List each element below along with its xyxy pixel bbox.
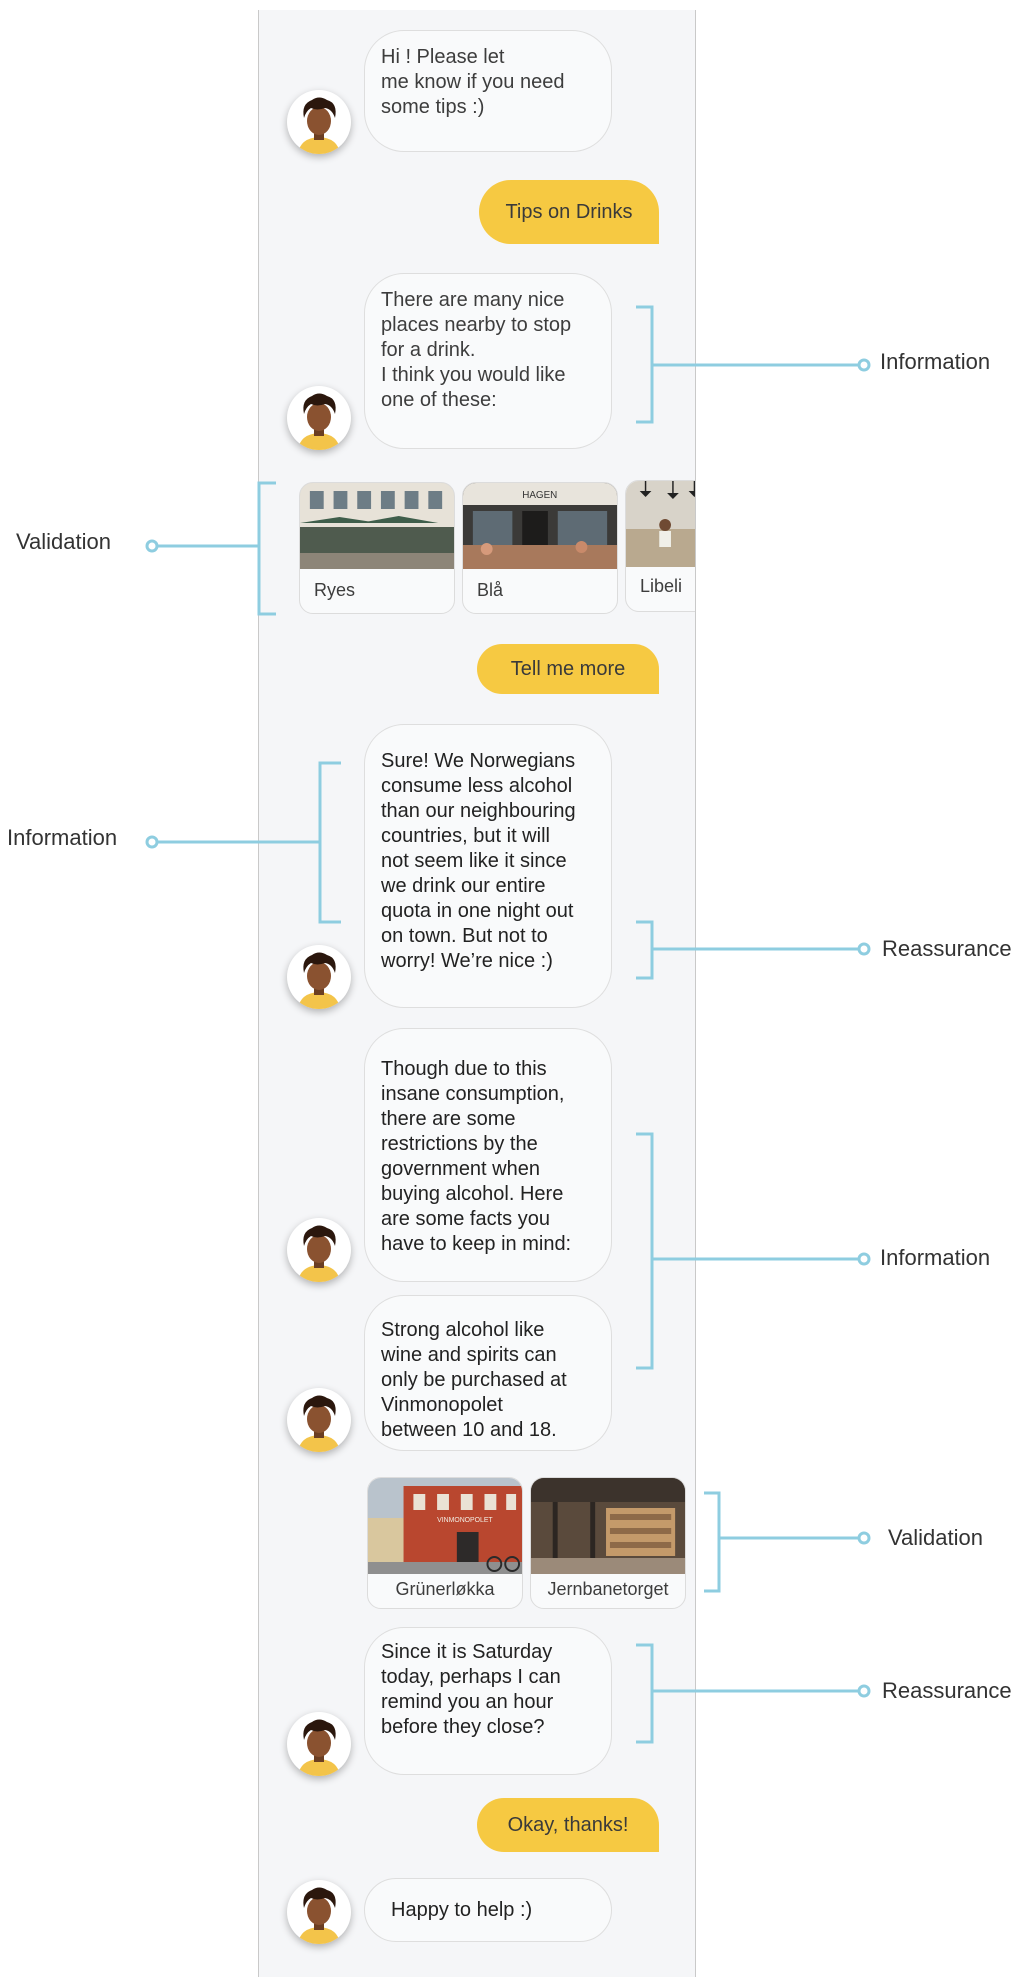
annotation-label-information: Information <box>880 349 991 374</box>
annotation-bracket <box>636 1643 654 1744</box>
annotation-bracket <box>257 481 276 616</box>
annotation-label-reassurance: Reassurance <box>882 936 1012 961</box>
annotation-bracket <box>318 761 341 924</box>
annotation-label-information: Information <box>880 1245 991 1270</box>
annotation-lines <box>145 305 871 1744</box>
annotation-label-validation: Validation <box>16 529 111 554</box>
annotation-label-validation: Validation <box>888 1525 983 1550</box>
annotation-bracket <box>636 1132 654 1370</box>
annotation-bracket <box>636 920 654 980</box>
annotation-dot <box>857 1684 871 1698</box>
annotation-dot <box>145 539 159 553</box>
annotation-dot <box>857 1252 871 1266</box>
annotation-dot <box>857 942 871 956</box>
annotation-dot <box>857 358 871 372</box>
annotation-label-reassurance: Reassurance <box>882 1678 1012 1703</box>
annotation-bracket <box>636 305 654 424</box>
annotation-bracket <box>704 1491 721 1593</box>
annotation-dot <box>145 835 159 849</box>
annotation-dot <box>857 1531 871 1545</box>
annotation-label-information: Information <box>7 825 118 850</box>
